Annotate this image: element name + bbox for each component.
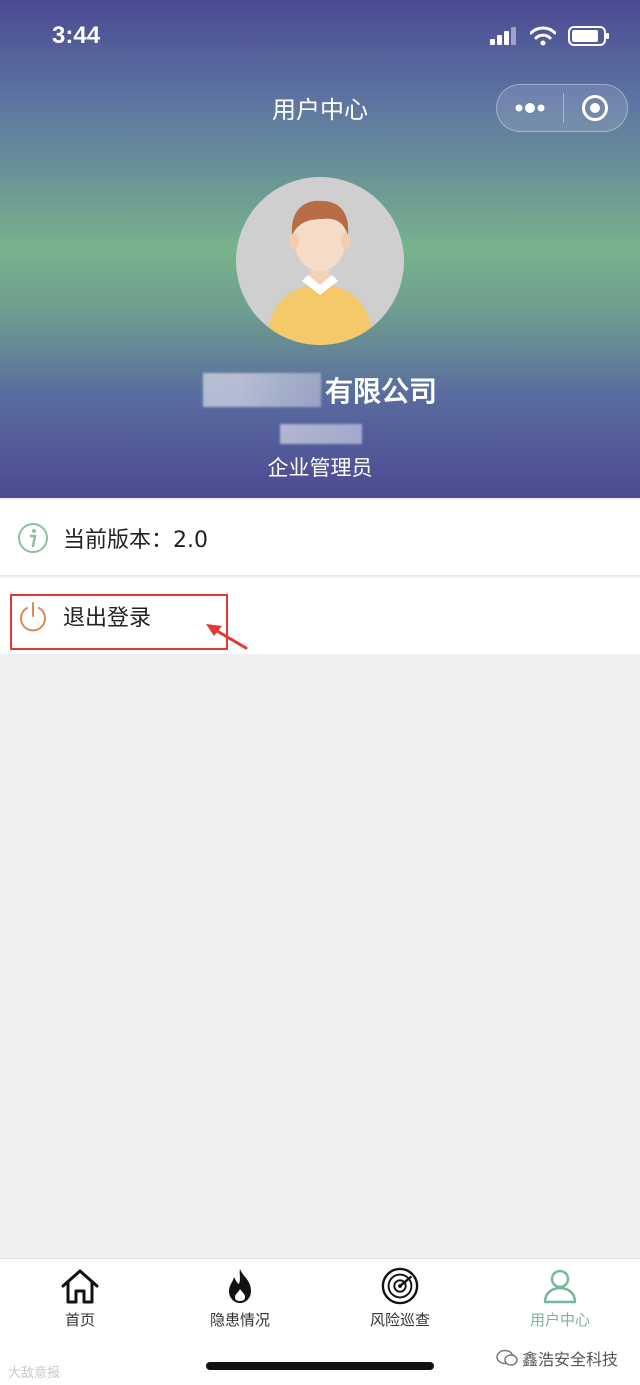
watermark-right: 鑫浩安全科技 <box>496 1346 618 1370</box>
user-role: 企业管理员 <box>267 456 373 480</box>
tab-patrol-label: 风险巡查 <box>369 1311 430 1329</box>
masked-company-prefix <box>202 373 321 407</box>
close-button[interactable] <box>564 94 628 122</box>
watermark-right-label: 鑫浩安全科技 <box>521 1350 618 1369</box>
annotation-highlight-box <box>10 594 228 650</box>
tab-patrol[interactable]: 风险巡查 <box>320 1267 480 1330</box>
flame-icon <box>229 1269 251 1303</box>
more-button[interactable] <box>497 103 563 113</box>
user-avatar-icon <box>236 177 404 345</box>
company-suffix: 有限公司 <box>324 375 437 408</box>
avatar[interactable] <box>236 177 404 345</box>
tab-user-center-label: 用户中心 <box>529 1311 590 1329</box>
company-name: 有限公司 <box>0 370 640 410</box>
info-icon <box>17 522 49 554</box>
masked-username <box>280 424 362 444</box>
target-close-icon <box>582 95 609 121</box>
tab-hazards-label: 隐患情况 <box>209 1311 270 1329</box>
watermark-left: 大敌意报 <box>8 1366 61 1381</box>
status-icons <box>490 26 610 46</box>
miniprogram-capsule <box>496 84 628 132</box>
tab-hazards[interactable]: 隐患情况 <box>160 1267 320 1330</box>
radar-icon <box>381 1267 419 1305</box>
tab-home[interactable]: 首页 <box>0 1267 160 1330</box>
tab-home-label: 首页 <box>64 1311 95 1329</box>
home-icon <box>61 1269 99 1304</box>
annotation-arrow-icon <box>206 624 248 650</box>
version-row: 当前版本：2.0 <box>0 500 640 576</box>
user-icon <box>543 1269 577 1304</box>
tab-user-center[interactable]: 用户中心 <box>480 1267 640 1330</box>
status-time: 3:44 <box>52 22 101 49</box>
profile-header: 3:44 用户中心 有限公司 企业管理员 <box>0 0 640 498</box>
home-indicator <box>206 1362 434 1370</box>
wifi-icon <box>530 26 556 46</box>
battery-icon <box>568 26 609 46</box>
signal-icon <box>490 27 516 45</box>
wechat-icon <box>496 1349 518 1366</box>
more-icon <box>515 103 545 113</box>
version-label: 当前版本：2.0 <box>63 527 208 553</box>
